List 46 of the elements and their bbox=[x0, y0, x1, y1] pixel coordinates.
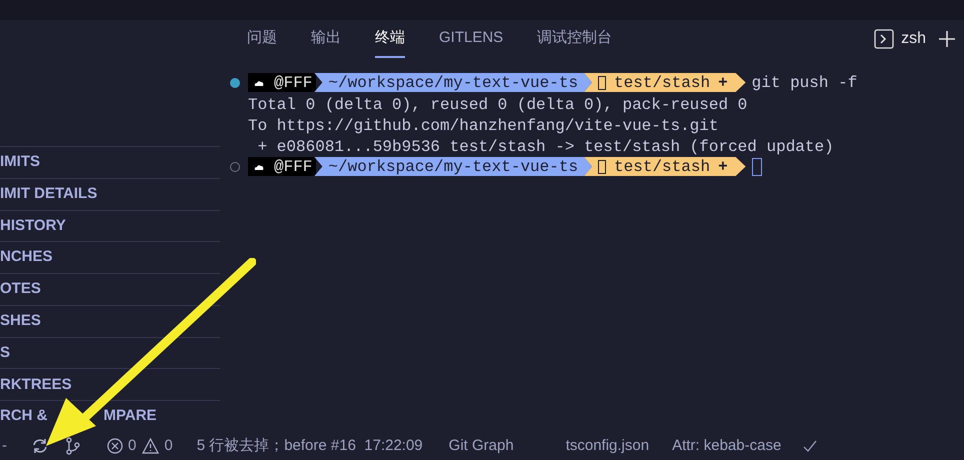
prompt-branch: test/stash bbox=[614, 72, 710, 94]
prompt-branch: test/stash bbox=[614, 156, 710, 178]
terminal-icon[interactable] bbox=[874, 29, 894, 49]
file-item[interactable]: tsconfig.json bbox=[566, 434, 650, 458]
sidebar-section[interactable]: SHES bbox=[0, 310, 41, 333]
terminal-output: To https://github.com/hanzhenfang/vite-vue-ts.git bbox=[248, 117, 718, 135]
git-graph-item[interactable]: Git Graph bbox=[448, 434, 514, 458]
panel-tab[interactable]: 调试控制台 bbox=[537, 20, 612, 58]
prompt-path: ~/workspace/my-text-vue-ts bbox=[328, 156, 580, 178]
warning-count[interactable]: 0 bbox=[164, 434, 173, 458]
prompt-user: @FFF bbox=[274, 72, 312, 94]
terminal-output: + e086081...59b9536 test/stash -> test/stash (forced update) bbox=[256, 138, 834, 156]
check-icon[interactable] bbox=[803, 439, 818, 453]
command-text: git push -f bbox=[752, 72, 858, 94]
status-item[interactable]: - bbox=[2, 434, 7, 458]
sidebar-section[interactable]: IMITS bbox=[0, 151, 40, 174]
panel-tab[interactable]: 输出 bbox=[311, 20, 341, 58]
dirty-mark: + bbox=[718, 156, 728, 178]
sidebar-section[interactable]: RCH & bbox=[0, 405, 48, 428]
prompt-user: @FFF bbox=[274, 156, 312, 178]
sidebar-section[interactable]: IMIT DETAILS bbox=[0, 182, 98, 206]
missing-glyph-icon bbox=[598, 160, 606, 174]
warning-icon[interactable] bbox=[142, 438, 160, 454]
sidebar-section[interactable]: S bbox=[0, 342, 10, 364]
add-icon[interactable] bbox=[938, 30, 956, 48]
panel-tab[interactable]: 终端 bbox=[375, 20, 405, 58]
branch-icon[interactable] bbox=[65, 437, 81, 455]
panel-tab[interactable]: 问题 bbox=[247, 20, 277, 58]
attr-item[interactable]: Attr: kebab-case bbox=[672, 434, 782, 458]
missing-glyph-icon bbox=[598, 76, 606, 90]
sidebar-section[interactable]: RKTREES bbox=[0, 374, 72, 396]
terminal-name[interactable]: zsh bbox=[901, 27, 926, 51]
dirty-mark: + bbox=[718, 72, 728, 94]
sidebar-section[interactable]: HISTORY bbox=[0, 214, 66, 238]
status-message[interactable]: 5 行被去掉；before #16 17:22:09 bbox=[196, 434, 423, 458]
cloud-icon bbox=[254, 164, 264, 170]
error-icon[interactable] bbox=[107, 438, 123, 454]
sync-icon[interactable] bbox=[31, 437, 49, 455]
error-count[interactable]: 0 bbox=[128, 434, 136, 458]
terminal-output: Total 0 (delta 0), reused 0 (delta 0), pack-reused 0 bbox=[248, 96, 748, 114]
sidebar-section[interactable]: OTES bbox=[0, 278, 41, 301]
cloud-icon bbox=[254, 80, 264, 86]
sidebar-section[interactable]: NCHES bbox=[0, 246, 53, 269]
sidebar-section-tail: MPARE bbox=[104, 406, 157, 426]
panel-tab[interactable]: GITLENS bbox=[439, 20, 504, 58]
prompt-path: ~/workspace/my-text-vue-ts bbox=[328, 72, 580, 94]
